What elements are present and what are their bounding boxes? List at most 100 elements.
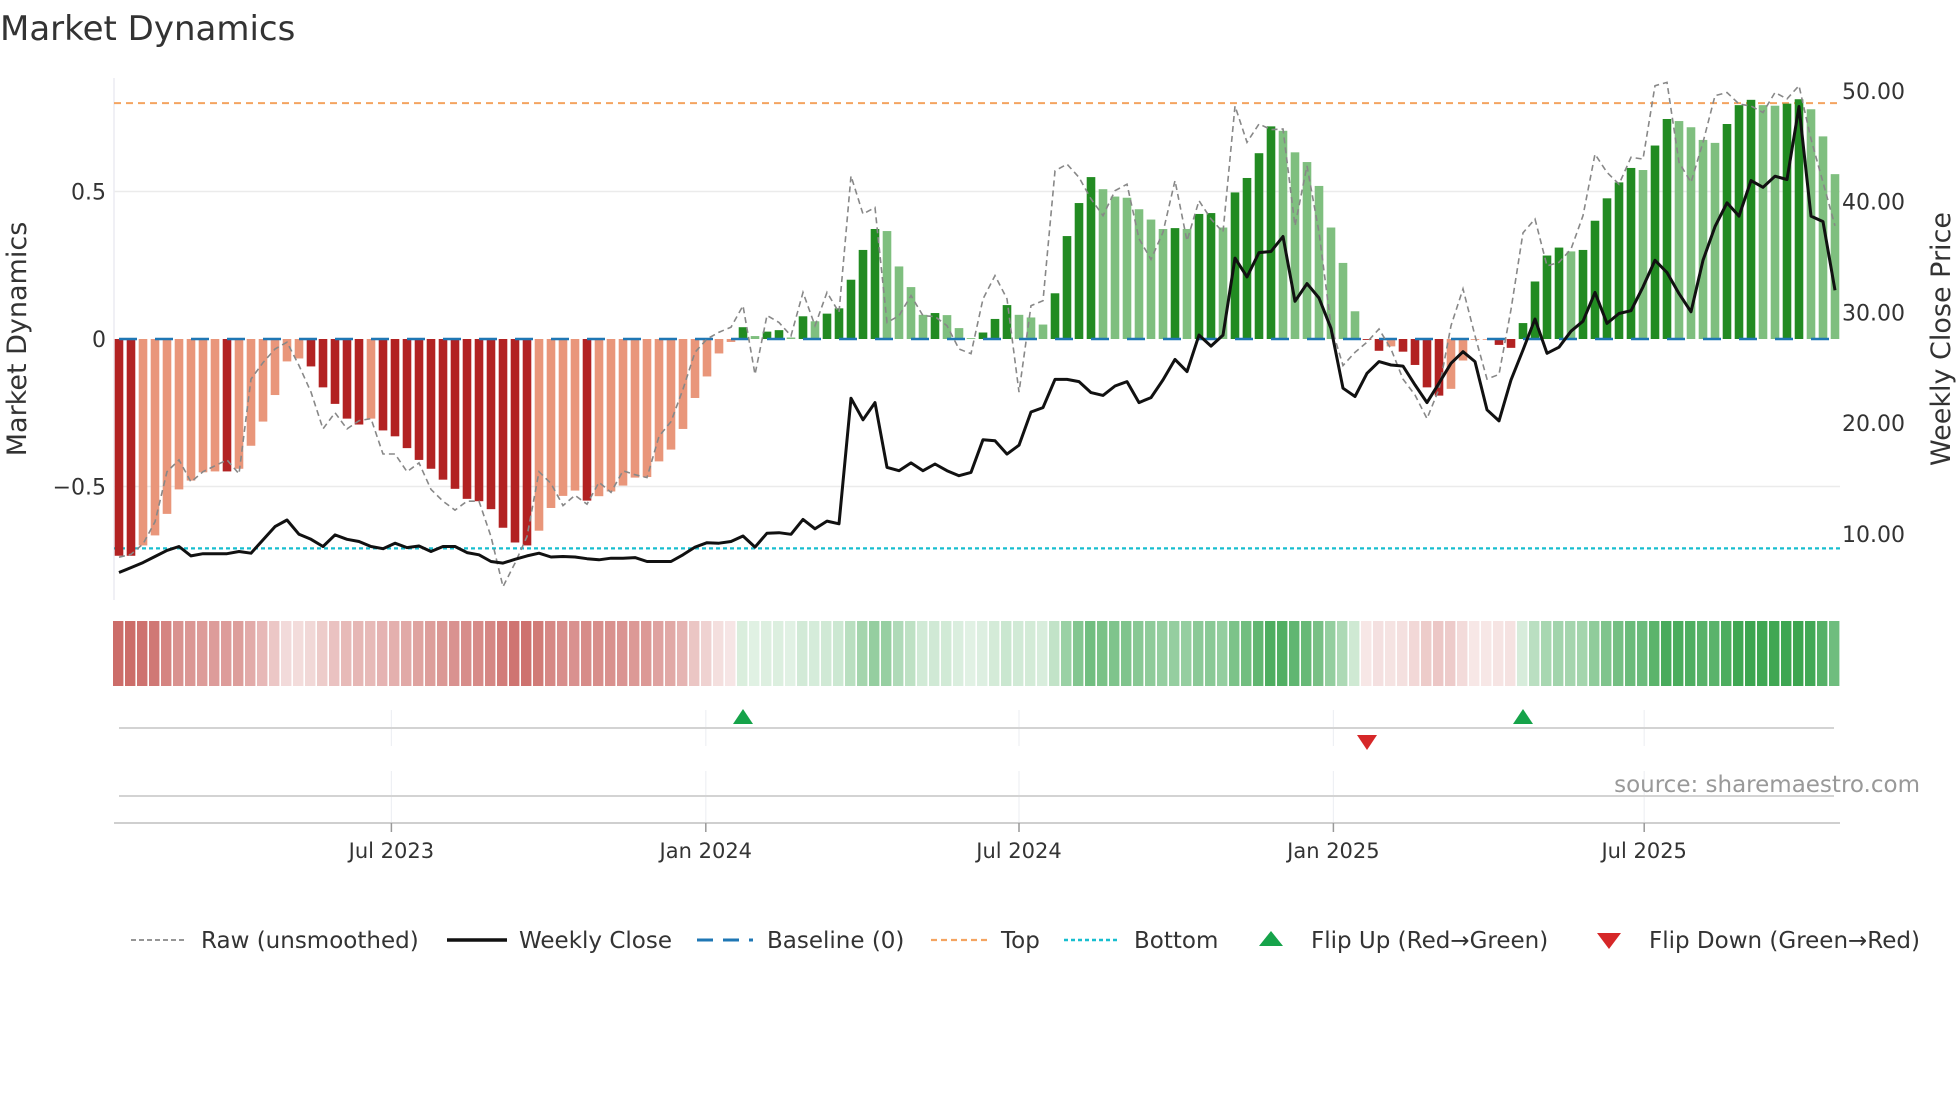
strip-cell — [1337, 621, 1348, 686]
momentum-bar — [966, 338, 976, 339]
strip-cell — [1589, 621, 1600, 686]
momentum-bar — [1206, 213, 1216, 339]
strip-cell — [461, 621, 472, 686]
strip-cell — [701, 621, 712, 686]
momentum-bar — [1806, 109, 1816, 339]
strip-cell — [413, 621, 424, 686]
momentum-bar — [1194, 213, 1204, 339]
strip-cell — [905, 621, 916, 686]
momentum-bar — [990, 318, 1000, 339]
strip-cell — [869, 621, 880, 686]
momentum-bar — [1110, 196, 1120, 339]
strip-cell — [989, 621, 1000, 686]
momentum-bar — [954, 328, 964, 339]
momentum-bar — [606, 339, 616, 492]
strip-cell — [977, 621, 988, 686]
momentum-bar — [1770, 105, 1780, 339]
momentum-bar — [630, 339, 640, 478]
strip-cell — [1649, 621, 1660, 686]
legend-flip-up-icon — [1259, 931, 1283, 946]
strip-cell — [1157, 621, 1168, 686]
momentum-bar — [1674, 121, 1684, 340]
strip-cell — [1013, 621, 1024, 686]
strip-cell — [1529, 621, 1540, 686]
strip-cell — [509, 621, 520, 686]
flip-down-marker — [1357, 735, 1377, 750]
strip-cell — [1409, 621, 1420, 686]
strip-cell — [617, 621, 628, 686]
momentum-bar — [1506, 339, 1516, 348]
strip-cell — [1661, 621, 1672, 686]
strip-cell — [1097, 621, 1108, 686]
momentum-bar — [342, 339, 352, 419]
strip-cell — [665, 621, 676, 686]
strip-cell — [1709, 621, 1720, 686]
strip-cell — [1421, 621, 1432, 686]
strip-cell — [629, 621, 640, 686]
strip-cell — [1385, 621, 1396, 686]
strip-cell — [1481, 621, 1492, 686]
strip-cell — [1145, 621, 1156, 686]
strip-cell — [269, 621, 280, 686]
y2-tick-label: 40.00 — [1842, 191, 1905, 216]
strip-cell — [1205, 621, 1216, 686]
strip-cell — [1253, 621, 1264, 686]
momentum-bar — [1350, 311, 1360, 339]
strip-cell — [1085, 621, 1096, 686]
strip-cell — [1445, 621, 1456, 686]
momentum-bar — [414, 339, 424, 460]
legend-label-top: Top — [1000, 928, 1040, 954]
strip-cell — [1133, 621, 1144, 686]
strip-cell — [377, 621, 388, 686]
strip-cell — [545, 621, 556, 686]
strip-cell — [185, 621, 196, 686]
momentum-bar — [1518, 323, 1528, 339]
strip-cell — [953, 621, 964, 686]
momentum-bar — [1182, 228, 1192, 339]
momentum-bar — [1290, 152, 1300, 339]
strip-cell — [725, 621, 736, 686]
momentum-bar — [510, 339, 520, 543]
strip-cell — [809, 621, 820, 686]
momentum-bar — [870, 228, 880, 339]
strip-cell — [557, 621, 568, 686]
strip-cell — [641, 621, 652, 686]
momentum-bar — [1278, 130, 1288, 339]
momentum-bar — [1314, 185, 1324, 339]
momentum-bar — [642, 339, 652, 478]
strip-cell — [137, 621, 148, 686]
strip-cell — [1397, 621, 1408, 686]
y-tick-label: −0.5 — [53, 475, 106, 500]
momentum-bar — [858, 249, 868, 339]
strip-cell — [197, 621, 208, 686]
source-label: source: sharemaestro.com — [1614, 772, 1920, 798]
momentum-bar — [558, 339, 568, 496]
x-tick-label: Jan 2025 — [1285, 839, 1380, 863]
momentum-bar — [1050, 293, 1060, 339]
momentum-bar — [1014, 314, 1024, 339]
strip-cell — [677, 621, 688, 686]
strip-cell — [293, 621, 304, 686]
y-tick-label: 0 — [92, 328, 106, 353]
strip-cell — [1217, 621, 1228, 686]
strip-cell — [857, 621, 868, 686]
strip-cell — [449, 621, 460, 686]
legend-flip-down-icon — [1597, 933, 1621, 949]
strip-cell — [341, 621, 352, 686]
momentum-bar — [1398, 339, 1408, 352]
strip-cell — [1565, 621, 1576, 686]
strip-cell — [833, 621, 844, 686]
momentum-bar — [738, 327, 748, 339]
strip-cell — [1517, 621, 1528, 686]
momentum-bar — [150, 339, 160, 536]
momentum-bar — [126, 339, 136, 556]
strip-cell — [1373, 621, 1384, 686]
strip-cell — [521, 621, 532, 686]
momentum-bar — [618, 339, 628, 486]
momentum-bar — [1302, 162, 1312, 339]
momentum-bar — [534, 339, 544, 531]
momentum-bar — [582, 339, 592, 501]
raw-line — [118, 81, 1836, 589]
momentum-bar — [426, 339, 436, 469]
strip-cell — [1001, 621, 1012, 686]
